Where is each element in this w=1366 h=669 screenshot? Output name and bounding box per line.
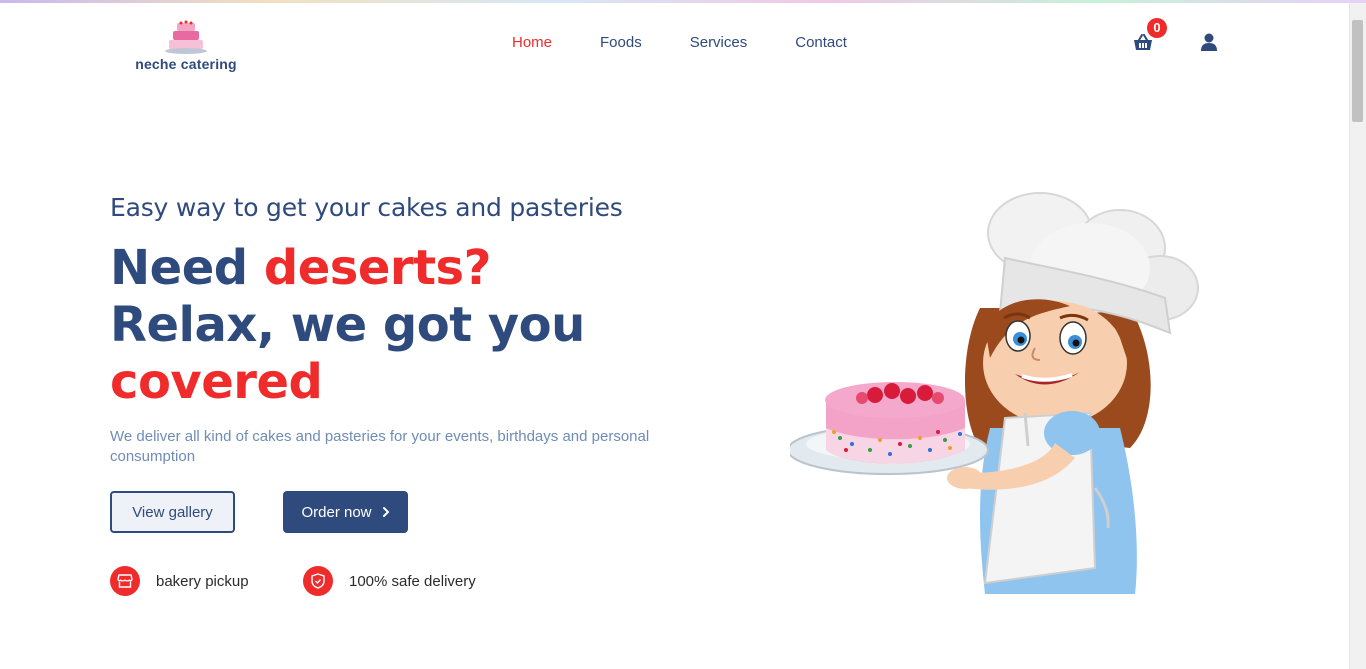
brand-logo[interactable]: neche catering	[134, 20, 238, 72]
feature-bakery-pickup: bakery pickup	[110, 566, 249, 596]
feature-safe-delivery: 100% safe delivery	[303, 566, 476, 596]
hero-description: We deliver all kind of cakes and pasteri…	[110, 428, 650, 465]
chevron-right-icon	[382, 507, 389, 517]
main-nav: Home Foods Services Contact	[512, 34, 895, 51]
order-now-label: Order now	[301, 503, 372, 521]
brand-name: neche catering	[135, 56, 237, 72]
nav-foods[interactable]: Foods	[600, 34, 642, 51]
basket-icon[interactable]	[1133, 34, 1153, 52]
headline-part-1: Need	[110, 240, 264, 296]
feature-label: bakery pickup	[156, 572, 249, 590]
scrollbar-thumb[interactable]	[1352, 20, 1363, 122]
hero-tagline: Easy way to get your cakes and pasteries	[110, 193, 623, 222]
nav-services[interactable]: Services	[690, 34, 748, 51]
order-now-button[interactable]: Order now	[283, 491, 408, 533]
headline-part-2: deserts?	[263, 240, 492, 296]
headline-part-4: covered	[110, 354, 323, 410]
feature-label: 100% safe delivery	[349, 572, 476, 590]
view-gallery-label: View gallery	[132, 503, 213, 521]
shield-icon	[303, 566, 333, 596]
chef-girl-cake-illustration	[790, 192, 1199, 594]
top-accent-line	[0, 0, 1366, 3]
headline-part-3: Relax, we got you	[110, 297, 585, 353]
store-icon	[110, 566, 140, 596]
cart-count-badge: 0	[1147, 18, 1167, 38]
view-gallery-button[interactable]: View gallery	[110, 491, 235, 533]
user-icon[interactable]	[1200, 33, 1218, 51]
hero-headline: Need deserts? Relax, we got you covered	[110, 240, 585, 411]
nav-home[interactable]: Home	[512, 34, 552, 51]
nav-contact[interactable]: Contact	[795, 34, 847, 51]
cake-logo-icon	[165, 20, 207, 54]
